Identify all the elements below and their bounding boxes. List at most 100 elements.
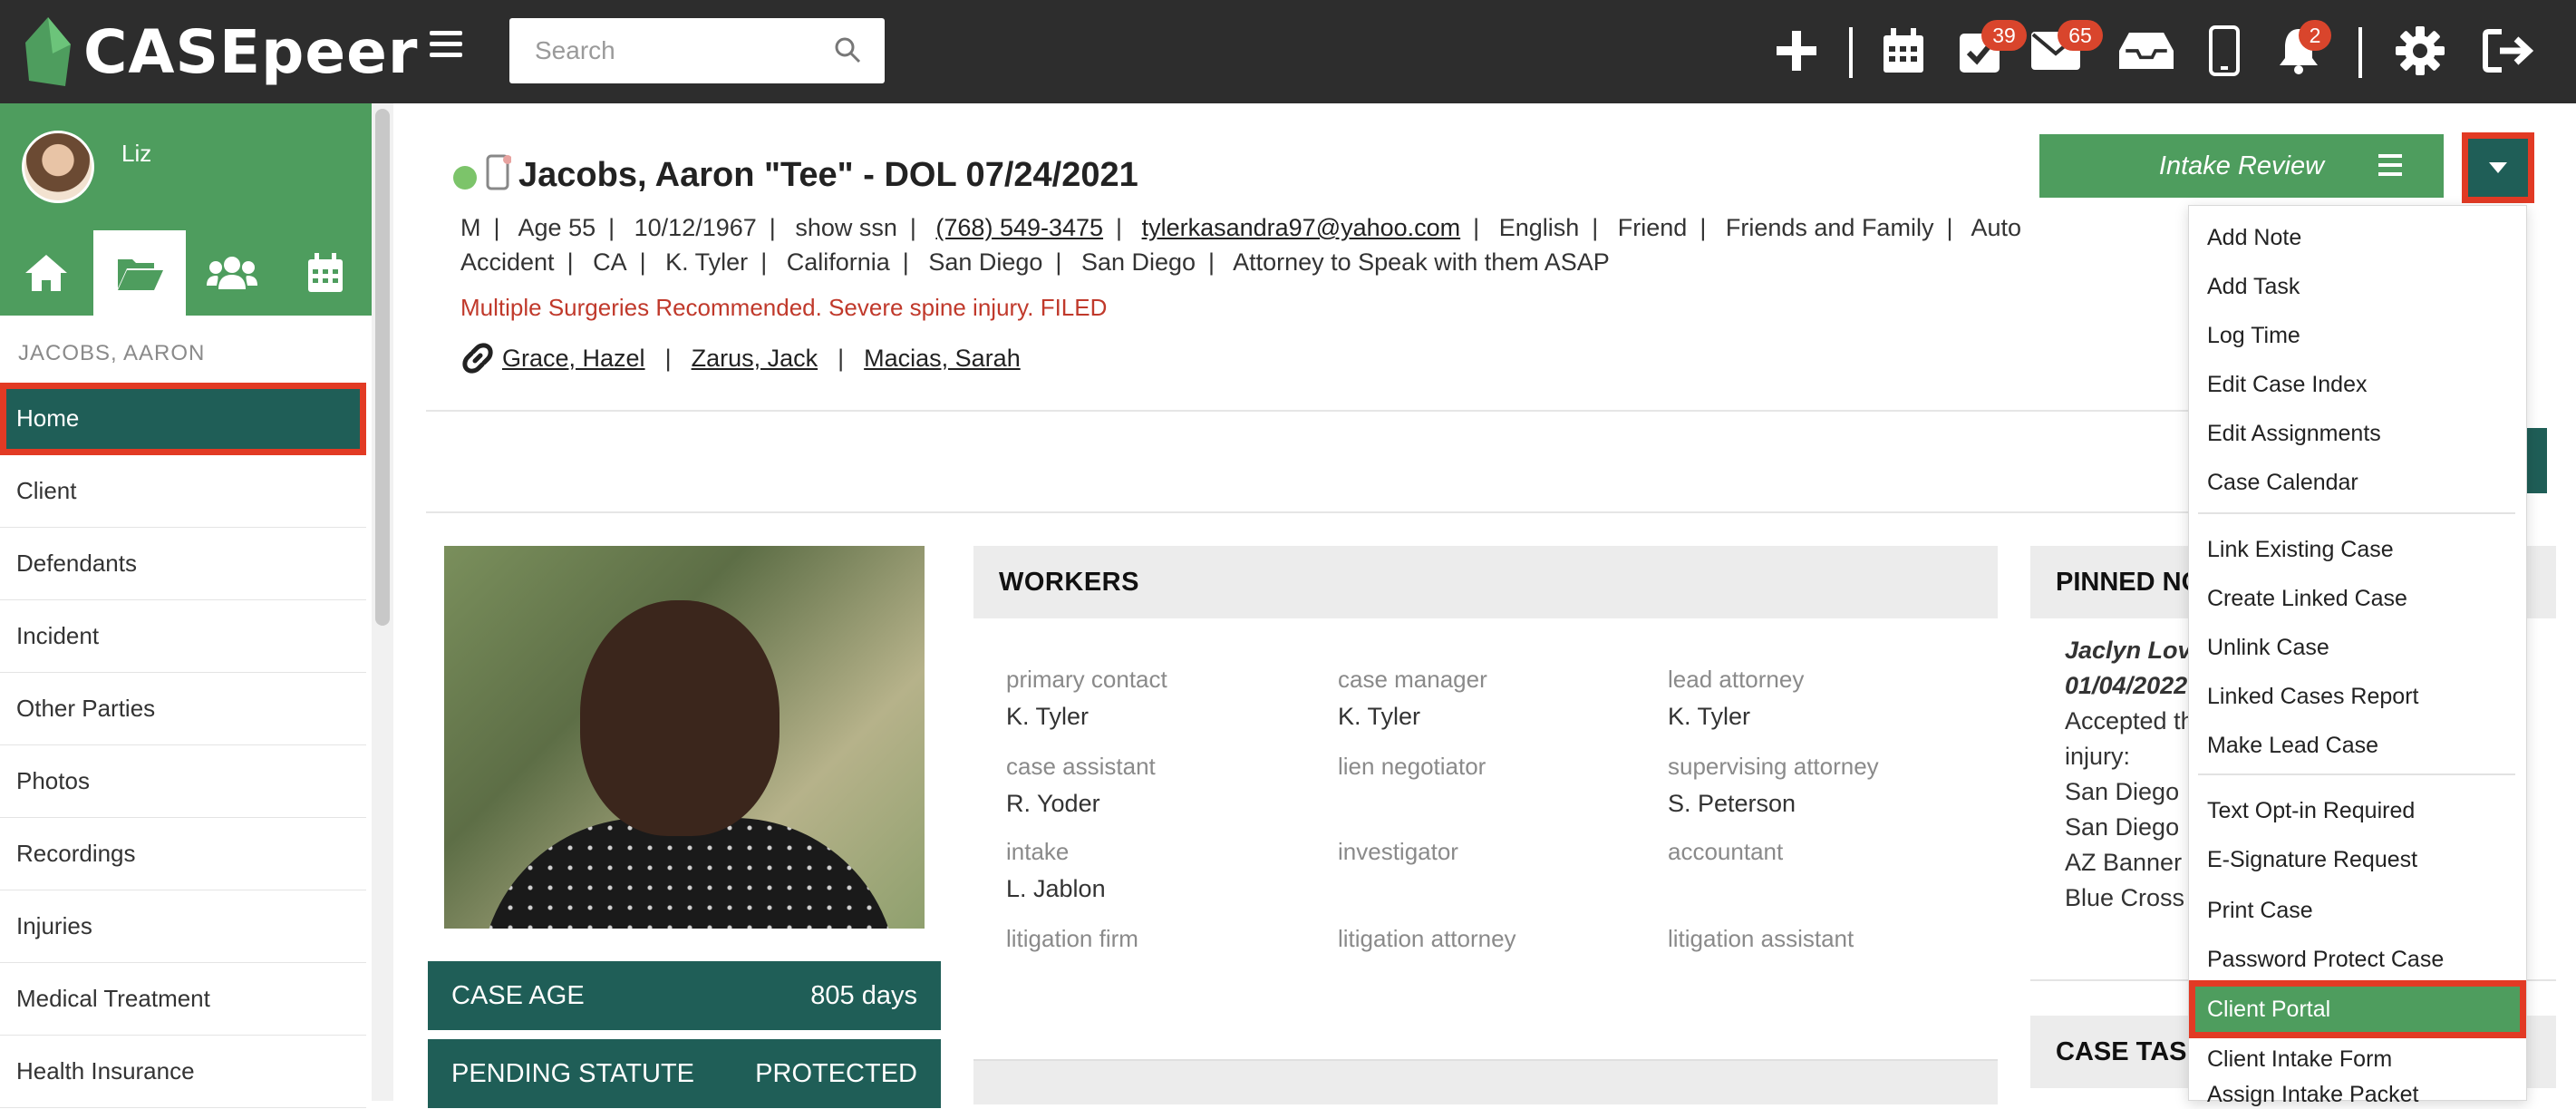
meta-county: San Diego bbox=[928, 248, 1043, 276]
worker-value[interactable]: R. Yoder bbox=[1006, 790, 1332, 818]
menu-item-link-existing-case[interactable]: Link Existing Case bbox=[2189, 525, 2526, 574]
mail-icon[interactable]: 65 bbox=[2029, 20, 2103, 80]
case-age-label: CASE AGE bbox=[451, 980, 585, 1010]
tab-contacts[interactable] bbox=[186, 230, 279, 316]
show-ssn-link[interactable]: show ssn bbox=[795, 214, 897, 241]
worker-label: investigator bbox=[1338, 838, 1458, 865]
actions-dropdown-button[interactable] bbox=[2462, 132, 2534, 203]
sidebar-item-injuries[interactable]: Injuries bbox=[0, 890, 366, 963]
worker-value[interactable]: K. Tyler bbox=[1006, 703, 1332, 731]
divider bbox=[426, 410, 2193, 412]
menu-item-e-signature-request[interactable]: E-Signature Request bbox=[2189, 835, 2526, 884]
sidebar-item-incident[interactable]: Incident bbox=[0, 600, 366, 673]
tab-calendar[interactable] bbox=[279, 230, 373, 316]
menu-item-add-task[interactable]: Add Task bbox=[2189, 262, 2526, 311]
menu-item-client-intake-form[interactable]: Client Intake Form bbox=[2189, 1035, 2526, 1084]
divider bbox=[426, 511, 2193, 513]
inbox-tray-icon[interactable] bbox=[2119, 22, 2174, 80]
calendar-icon[interactable] bbox=[1876, 22, 1931, 80]
menu-item-linked-cases-report[interactable]: Linked Cases Report bbox=[2189, 672, 2526, 721]
sidebar-item-defendants[interactable]: Defendants bbox=[0, 528, 366, 600]
worker-lien-negotiator: lien negotiator bbox=[1338, 753, 1664, 790]
mobile-status-icon bbox=[486, 154, 512, 195]
worker-accountant: accountant bbox=[1668, 838, 1994, 875]
avatar[interactable] bbox=[22, 131, 94, 203]
worker-intake: intake L. Jablon bbox=[1006, 838, 1332, 903]
meta-case-type: Auto bbox=[1971, 214, 2022, 241]
notifications-badge: 2 bbox=[2299, 20, 2331, 51]
worker-value[interactable]: S. Peterson bbox=[1668, 790, 1994, 818]
meta-state: CA bbox=[593, 248, 627, 276]
worker-primary-contact: primary contact K. Tyler bbox=[1006, 666, 1332, 731]
worker-supervising-attorney: supervising attorney S. Peterson bbox=[1668, 753, 1994, 818]
worker-case-assistant: case assistant R. Yoder bbox=[1006, 753, 1332, 818]
users-icon bbox=[207, 257, 258, 289]
case-title: Jacobs, Aaron "Tee" - DOL 07/24/2021 bbox=[518, 156, 1138, 194]
linked-case-link[interactable]: Grace, Hazel bbox=[502, 345, 645, 373]
menu-item-log-time[interactable]: Log Time bbox=[2189, 311, 2526, 360]
meta-case-type-cont: Accident bbox=[460, 248, 555, 276]
case-alert: Multiple Surgeries Recommended. Severe s… bbox=[460, 294, 1108, 321]
tab-home[interactable] bbox=[0, 230, 93, 316]
sidebar-item-home[interactable]: Home bbox=[0, 383, 366, 455]
menu-item-edit-assignments[interactable]: Edit Assignments bbox=[2189, 409, 2526, 458]
menu-item-text-opt-in-required[interactable]: Text Opt-in Required bbox=[2189, 786, 2526, 835]
meta-dob: 10/12/1967 bbox=[634, 214, 757, 241]
search-input[interactable] bbox=[533, 35, 823, 66]
search-box[interactable] bbox=[509, 18, 885, 83]
workers-header: WORKERS bbox=[973, 546, 1998, 618]
sidebar-item-client[interactable]: Client bbox=[0, 455, 366, 528]
top-bar: CASEpeer 39 65 2 bbox=[0, 0, 2576, 103]
sidebar-item-photos[interactable]: Photos bbox=[0, 745, 366, 818]
linked-case-link[interactable]: Zarus, Jack bbox=[692, 345, 818, 373]
mail-badge: 65 bbox=[2058, 20, 2103, 51]
case-meta-line-2: Accident | CA | K. Tyler | California | San … bbox=[460, 248, 1610, 276]
actions-dropdown-menu: Add Note Add Task Log Time Edit Case Ind… bbox=[2188, 205, 2527, 1107]
menu-item-case-calendar[interactable]: Case Calendar bbox=[2189, 458, 2526, 507]
tab-case-files[interactable] bbox=[92, 230, 186, 316]
sidebar-item-health-insurance[interactable]: Health Insurance bbox=[0, 1036, 366, 1108]
sidebar-item-other-parties[interactable]: Other Parties bbox=[0, 673, 366, 745]
worker-litigation-assistant: litigation assistant bbox=[1668, 925, 1994, 962]
logo[interactable]: CASEpeer bbox=[25, 11, 418, 92]
tasks-check-icon[interactable]: 39 bbox=[1952, 20, 2027, 80]
worker-value[interactable]: K. Tyler bbox=[1338, 703, 1664, 731]
menu-item-print-case[interactable]: Print Case bbox=[2189, 886, 2526, 935]
menu-item-client-portal[interactable]: Client Portal bbox=[2189, 980, 2526, 1038]
mobile-phone-icon[interactable] bbox=[2197, 22, 2252, 80]
list-menu-icon[interactable] bbox=[2378, 154, 2402, 176]
sidebar-scrollbar-thumb[interactable] bbox=[375, 109, 390, 626]
worker-label: case assistant bbox=[1006, 753, 1156, 780]
menu-item-create-linked-case[interactable]: Create Linked Case bbox=[2189, 574, 2526, 623]
menu-item-edit-case-index[interactable]: Edit Case Index bbox=[2189, 360, 2526, 409]
menu-item-password-protect-case[interactable]: Password Protect Case bbox=[2189, 935, 2526, 984]
username[interactable]: Liz bbox=[121, 140, 151, 168]
caret-down-icon bbox=[2489, 162, 2507, 173]
meta-state-full: California bbox=[786, 248, 890, 276]
menu-toggle-icon[interactable] bbox=[430, 31, 462, 58]
intake-review-button[interactable]: Intake Review bbox=[2039, 134, 2444, 198]
linked-case-link[interactable]: Macias, Sarah bbox=[864, 345, 1021, 373]
bell-icon[interactable]: 2 bbox=[2271, 20, 2331, 80]
menu-item-unlink-case[interactable]: Unlink Case bbox=[2189, 623, 2526, 672]
worker-lead-attorney: lead attorney K. Tyler bbox=[1668, 666, 1994, 731]
email-link[interactable]: tylerkasandra97@yahoo.com bbox=[1142, 214, 1461, 241]
logout-icon[interactable] bbox=[2482, 22, 2536, 80]
gear-icon[interactable] bbox=[2393, 22, 2447, 80]
meta-status: Attorney to Speak with them ASAP bbox=[1233, 248, 1610, 276]
client-photo[interactable] bbox=[444, 546, 925, 929]
search-icon[interactable] bbox=[834, 36, 861, 63]
worker-label: intake bbox=[1006, 838, 1070, 865]
plus-icon[interactable] bbox=[1769, 22, 1824, 80]
phone-link[interactable]: (768) 549-3475 bbox=[935, 214, 1103, 241]
logo-text: CASEpeer bbox=[83, 16, 419, 87]
pending-statute-value: PROTECTED bbox=[755, 1058, 917, 1088]
menu-item-add-note[interactable]: Add Note bbox=[2189, 213, 2526, 262]
worker-value[interactable]: K. Tyler bbox=[1668, 703, 1994, 731]
menu-item-assign-intake-packet[interactable]: Assign Intake Packet bbox=[2189, 1082, 2526, 1109]
worker-value[interactable]: L. Jablon bbox=[1006, 875, 1332, 903]
menu-item-make-lead-case[interactable]: Make Lead Case bbox=[2189, 721, 2526, 770]
sidebar-item-medical-treatment[interactable]: Medical Treatment bbox=[0, 963, 366, 1036]
sidebar-item-recordings[interactable]: Recordings bbox=[0, 818, 366, 890]
case-label: JACOBS, AARON bbox=[18, 341, 206, 365]
